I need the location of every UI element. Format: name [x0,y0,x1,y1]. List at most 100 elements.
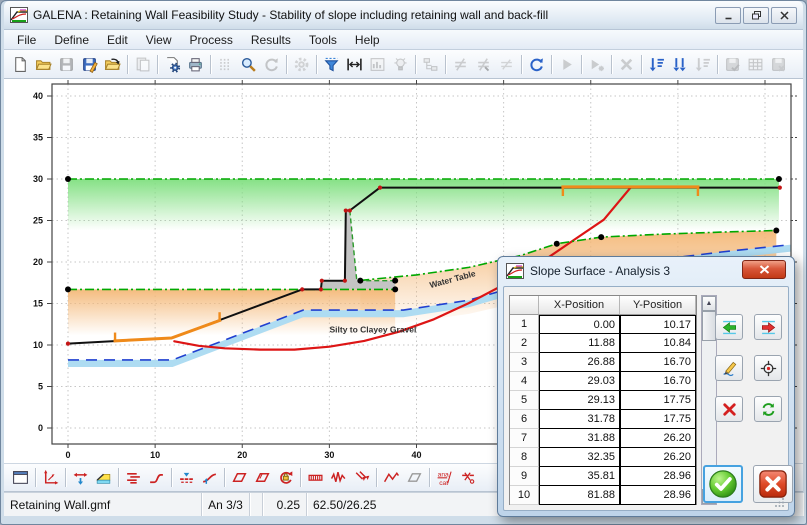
save-file-button[interactable] [55,53,78,76]
analysis-catalogue-button[interactable]: ana cat [433,466,456,489]
x-position-cell[interactable]: 29.13 [539,391,620,410]
section-cut-button[interactable] [456,466,479,489]
scroll-up-button[interactable]: ▲ [702,296,716,311]
x-position-cell[interactable]: 35.81 [539,467,620,486]
surface-alt-button[interactable] [403,466,426,489]
x-position-cell[interactable]: 29.03 [539,372,620,391]
x-position-cell[interactable]: 81.88 [539,486,620,505]
results-sort-button[interactable] [645,53,668,76]
x-position-cell[interactable]: 31.78 [539,410,620,429]
y-position-cell[interactable]: 16.70 [620,372,696,391]
surface-profile-button[interactable] [69,466,92,489]
y-position-cell[interactable]: 10.17 [620,315,696,334]
reopen-file-button[interactable] [101,53,124,76]
menu-tools[interactable]: Tools [300,31,346,49]
column-header-y-position[interactable]: Y-Position [620,296,696,315]
slope-batter-button[interactable] [92,466,115,489]
row-number-cell[interactable]: 2 [510,334,539,353]
refresh-points-button[interactable] [754,396,782,422]
circular-surface-button[interactable] [228,466,251,489]
y-position-cell[interactable]: 16.70 [620,353,696,372]
row-number-cell[interactable]: 10 [510,486,539,505]
results-sort-all-button[interactable] [668,53,691,76]
menu-view[interactable]: View [137,31,181,49]
menu-edit[interactable]: Edit [98,31,137,49]
x-position-cell[interactable]: 11.88 [539,334,620,353]
row-number-cell[interactable]: 5 [510,391,539,410]
fit-width-button[interactable] [343,53,366,76]
axes-definition-button[interactable] [39,466,62,489]
piezometric-surface-button[interactable] [198,466,221,489]
delete-point-button[interactable] [715,396,743,422]
save-results-button[interactable] [721,53,744,76]
results-table-button[interactable] [744,53,767,76]
y-position-cell[interactable]: 10.84 [620,334,696,353]
x-position-cell[interactable]: 31.88 [539,429,620,448]
locate-point-button[interactable] [754,355,782,381]
abort-button[interactable] [615,53,638,76]
minimize-button[interactable] [715,6,741,24]
menu-help[interactable]: Help [346,31,389,49]
dialog-close-button[interactable] [742,260,786,279]
edit-definition-alt-button[interactable] [472,53,495,76]
y-position-cell[interactable]: 28.96 [620,486,696,505]
paste-button[interactable] [131,53,154,76]
earthquake-load-button[interactable] [327,466,350,489]
reprocess-button[interactable] [525,53,548,76]
profile-curve-button[interactable] [145,466,168,489]
row-number-cell[interactable]: 9 [510,467,539,486]
menu-file[interactable]: File [8,31,45,49]
filter-button[interactable] [320,53,343,76]
water-table-define-button[interactable] [175,466,198,489]
hint-button[interactable] [389,53,412,76]
edit-point-button[interactable] [715,355,743,381]
x-position-cell[interactable]: 26.88 [539,353,620,372]
row-number-cell[interactable]: 8 [510,448,539,467]
y-position-cell[interactable]: 26.20 [620,429,696,448]
material-profiles-button[interactable] [122,466,145,489]
menu-define[interactable]: Define [45,31,98,49]
redraw-button[interactable] [260,53,283,76]
open-file-button[interactable] [32,53,55,76]
edit-definition-button[interactable] [449,53,472,76]
edit-definition-lines-button[interactable] [495,53,518,76]
x-position-cell[interactable]: 0.00 [539,315,620,334]
y-position-cell[interactable]: 26.20 [620,448,696,467]
column-header-x-position[interactable]: X-Position [539,296,620,315]
row-number-cell[interactable]: 3 [510,353,539,372]
zoom-button[interactable] [237,53,260,76]
point-load-button[interactable] [350,466,373,489]
close-button[interactable] [771,6,797,24]
resize-grip[interactable] [775,497,785,507]
cancel-button[interactable] [753,465,793,503]
y-position-cell[interactable]: 17.75 [620,391,696,410]
plot-options-button[interactable] [366,53,389,76]
menu-process[interactable]: Process [181,31,242,49]
y-position-cell[interactable]: 28.96 [620,467,696,486]
save-edit-file-button[interactable] [78,53,101,76]
restore-button[interactable] [743,6,769,24]
menu-results[interactable]: Results [242,31,300,49]
title-bar[interactable]: GALENA : Retaining Wall Feasibility Stud… [4,1,803,29]
settings-button[interactable] [290,53,313,76]
y-position-cell[interactable]: 17.75 [620,410,696,429]
noncircular-surface-button[interactable] [380,466,403,489]
new-file-button[interactable] [9,53,32,76]
x-position-cell[interactable]: 32.35 [539,448,620,467]
row-number-cell[interactable]: 6 [510,410,539,429]
move-point-left-button[interactable] [715,314,743,340]
scroll-thumb[interactable] [702,311,716,341]
results-sort-one-button[interactable] [691,53,714,76]
print-button[interactable] [184,53,207,76]
circular-surface-multi-button[interactable] [251,466,274,489]
restraints-button[interactable] [274,466,297,489]
process-new-button[interactable] [585,53,608,76]
row-number-cell[interactable]: 1 [510,315,539,334]
row-number-cell[interactable]: 4 [510,372,539,391]
process-button[interactable] [555,53,578,76]
dialog-title-bar[interactable]: Slope Surface - Analysis 3 [506,263,670,279]
grid-toggle-button[interactable] [214,53,237,76]
ok-button[interactable] [703,465,743,503]
distributed-load-button[interactable] [304,466,327,489]
clear-results-button[interactable] [767,53,790,76]
